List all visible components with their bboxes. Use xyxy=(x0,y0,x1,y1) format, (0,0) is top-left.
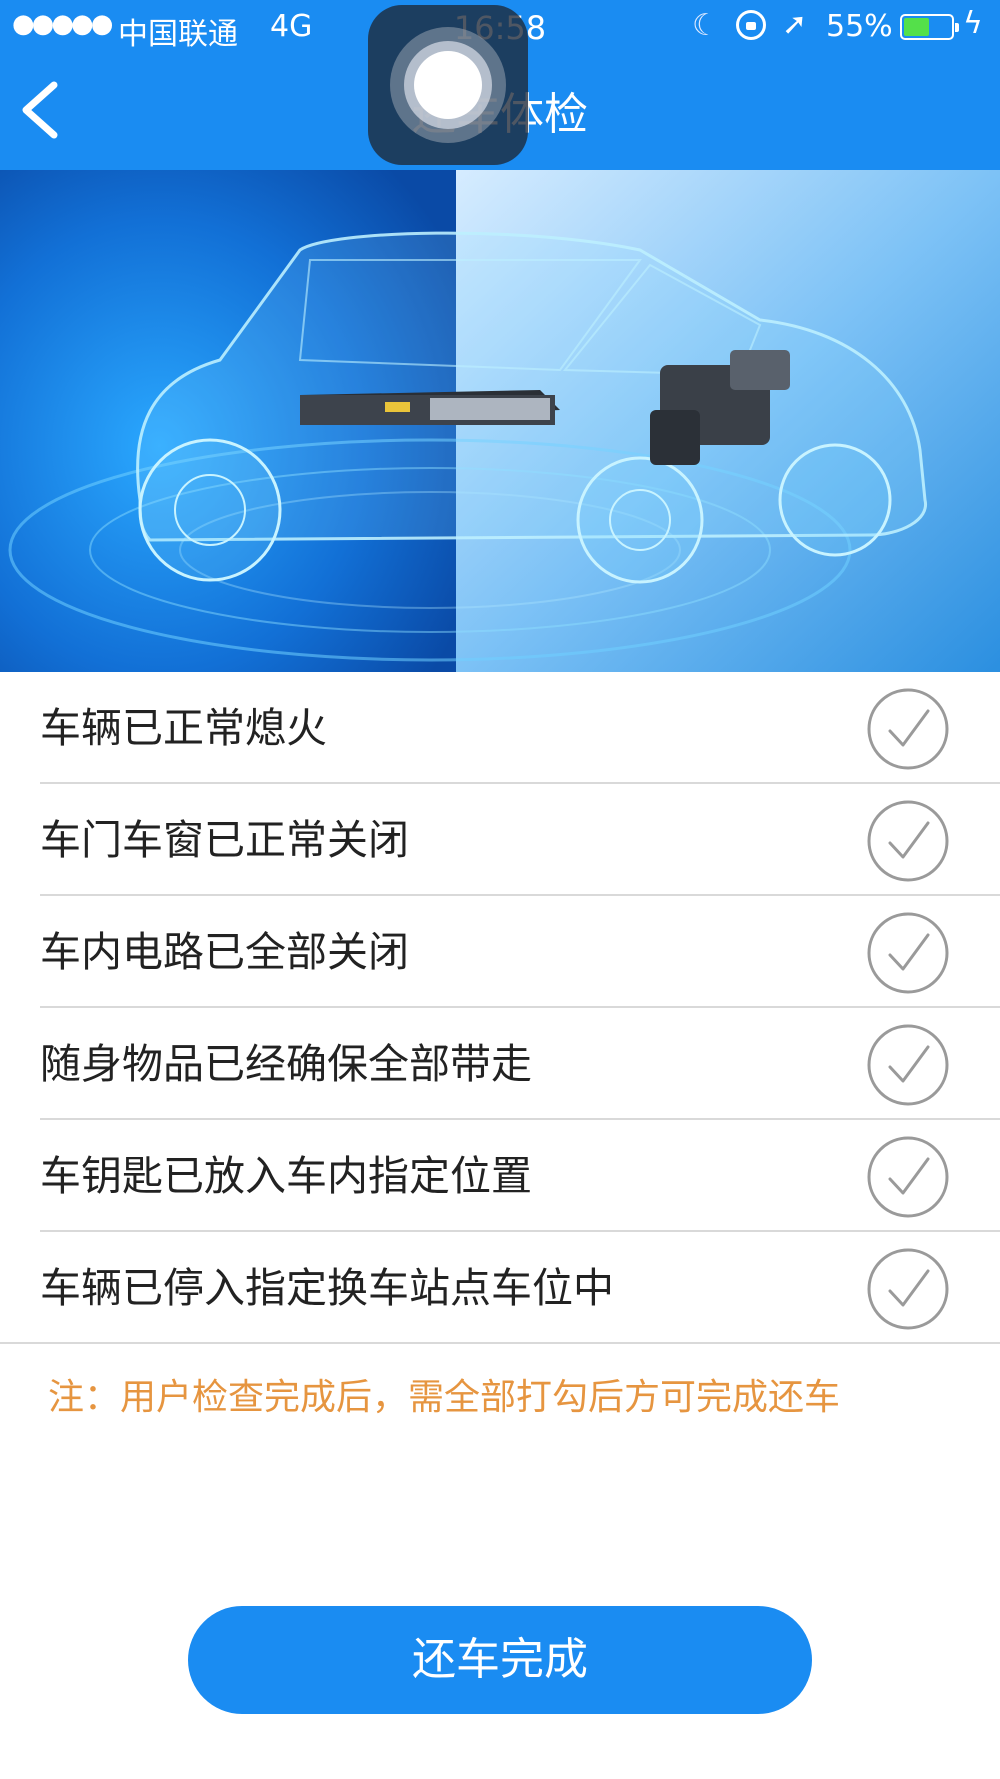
return-complete-button[interactable]: 还车完成 xyxy=(188,1606,812,1714)
checklist-item-label: 随身物品已经确保全部带走 xyxy=(40,1040,532,1088)
checklist-item-label: 车内电路已全部关闭 xyxy=(40,928,409,976)
top-bar: ●●●●● 中国联通 4G 16:58 ☾ ➚ 55% ϟ 还车体检 xyxy=(0,0,1000,170)
divider xyxy=(0,1342,1000,1344)
battery-nub xyxy=(955,23,959,32)
instruction-note: 注：用户检查完成后，需全部打勾后方可完成还车 xyxy=(48,1377,841,1418)
moon-icon: ☾ xyxy=(692,8,719,43)
orientation-lock-icon xyxy=(736,10,766,40)
checklist: 车辆已正常熄火 车门车窗已正常关闭 车内电路已全部关闭 随身物品已经确保全部带走… xyxy=(0,672,1000,1344)
check-circle-icon[interactable] xyxy=(866,1135,950,1219)
checklist-item-label: 车辆已正常熄火 xyxy=(40,704,327,752)
check-circle-icon[interactable] xyxy=(866,1023,950,1107)
checklist-item[interactable]: 随身物品已经确保全部带走 xyxy=(0,1008,1000,1120)
checklist-item[interactable]: 车内电路已全部关闭 xyxy=(0,896,1000,1008)
assistive-touch-icon[interactable] xyxy=(368,5,528,165)
checklist-item-label: 车门车窗已正常关闭 xyxy=(40,816,409,864)
hero-image xyxy=(0,170,1000,672)
checklist-item[interactable]: 车钥匙已放入车内指定位置 xyxy=(0,1120,1000,1232)
check-circle-icon[interactable] xyxy=(866,911,950,995)
battery-icon xyxy=(900,14,959,40)
charging-bolt-icon: ϟ xyxy=(963,6,983,41)
battery-percent: 55% xyxy=(826,9,893,44)
check-circle-icon[interactable] xyxy=(866,799,950,883)
location-arrow-icon: ➚ xyxy=(782,7,808,42)
checklist-item[interactable]: 车门车窗已正常关闭 xyxy=(0,784,1000,896)
car-xray-illustration xyxy=(0,170,1000,672)
battery-fill xyxy=(904,18,929,36)
checklist-item[interactable]: 车辆已停入指定换车站点车位中 xyxy=(0,1232,1000,1344)
checklist-item-label: 车辆已停入指定换车站点车位中 xyxy=(40,1264,614,1312)
check-circle-icon[interactable] xyxy=(866,687,950,771)
check-circle-icon[interactable] xyxy=(866,1247,950,1331)
checklist-item-label: 车钥匙已放入车内指定位置 xyxy=(40,1152,532,1200)
checklist-item[interactable]: 车辆已正常熄火 xyxy=(0,672,1000,784)
